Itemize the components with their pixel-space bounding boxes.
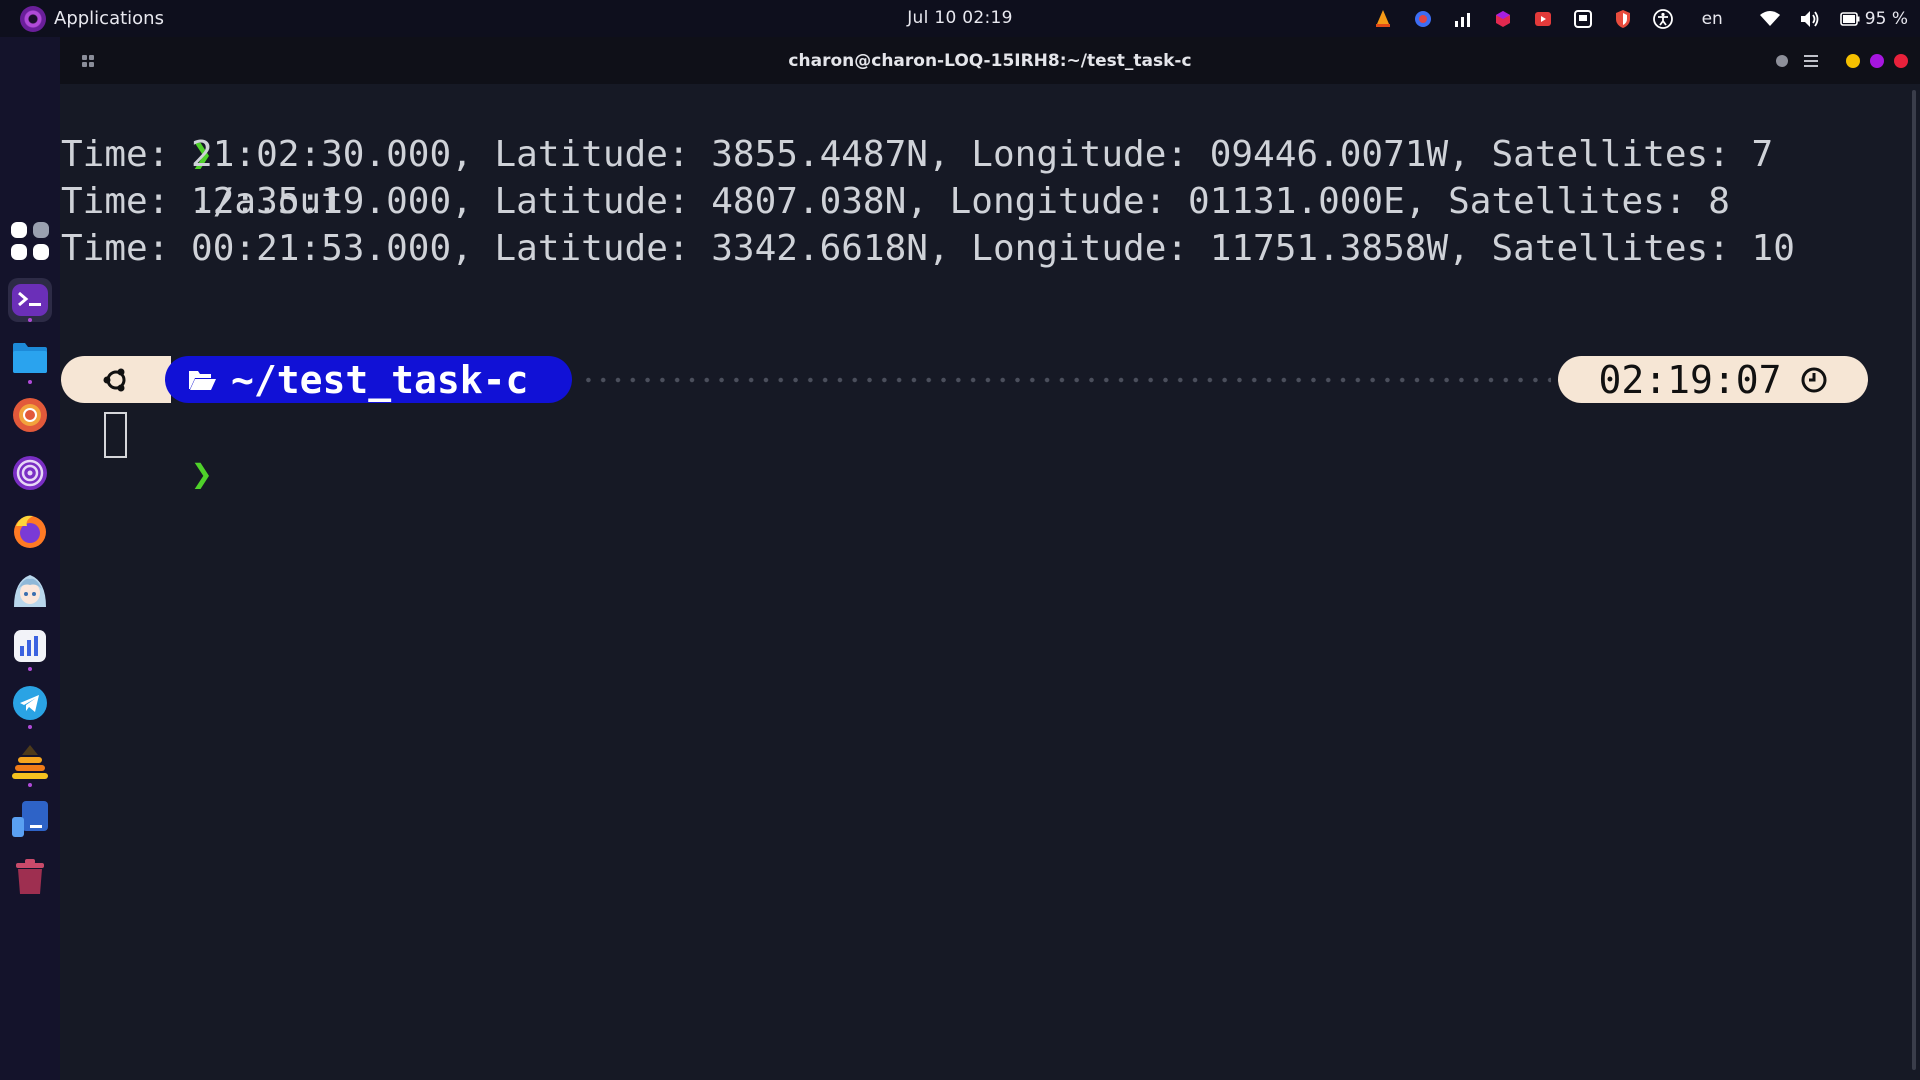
close-button[interactable] — [1894, 53, 1908, 68]
app-grid-icon — [11, 222, 49, 260]
dock-show-apps[interactable] — [8, 219, 52, 263]
dock-analytics[interactable] — [8, 624, 52, 668]
dock-chrome[interactable] — [8, 393, 52, 437]
keyboard-layout-indicator[interactable]: en — [1702, 9, 1723, 29]
cube-icon[interactable] — [1492, 8, 1514, 30]
dock-tor-browser[interactable] — [8, 451, 52, 495]
firefox-icon — [14, 515, 46, 548]
applications-label: Applications — [54, 8, 164, 29]
desktop-icon — [12, 801, 48, 837]
cone-icon[interactable] — [1372, 8, 1394, 30]
window-switch-icon[interactable] — [1572, 8, 1594, 30]
output-line: Time: 21:02:30.000, Latitude: 3855.4487N… — [61, 134, 1774, 175]
dock-layers-app[interactable] — [8, 739, 52, 783]
dock-terminal[interactable] — [8, 278, 52, 322]
shield-icon[interactable] — [1612, 8, 1634, 30]
chromium-tray-icon[interactable] — [1412, 8, 1434, 30]
text-cursor — [104, 412, 127, 458]
maximize-button[interactable] — [1870, 53, 1884, 68]
layers-icon — [12, 745, 48, 779]
anime-avatar-icon — [14, 575, 46, 607]
output-line: Time: 00:21:53.000, Latitude: 3342.6618N… — [61, 228, 1795, 269]
battery-percentage: 95 % — [1864, 8, 1908, 29]
volume-icon[interactable] — [1799, 8, 1821, 30]
clock-icon — [1801, 367, 1827, 392]
os-segment — [61, 356, 171, 403]
dock-trash[interactable] — [8, 855, 52, 899]
time-segment: 02:19:07 — [1558, 356, 1868, 403]
prompt-arrow-icon: ❯ — [191, 454, 213, 495]
window-titlebar[interactable]: charon@charon-LOQ-15IRH8:~/test_task-c — [60, 37, 1920, 84]
folder-open-icon — [189, 370, 216, 390]
chrome-icon — [13, 398, 47, 432]
terminal-scrollbar[interactable] — [1912, 90, 1916, 1070]
tor-icon — [13, 456, 47, 490]
powerline-prompt: ~/test_task-c 02:19:07 — [61, 356, 1869, 403]
analytics-icon — [14, 630, 46, 662]
telegram-icon — [13, 686, 47, 720]
prompt-time: 02:19:07 — [1598, 357, 1782, 402]
wifi-icon[interactable] — [1759, 8, 1781, 30]
date-time-clock[interactable]: Jul 10 02:19 — [907, 8, 1013, 28]
terminal-icon — [12, 284, 48, 316]
window-title: charon@charon-LOQ-15IRH8:~/test_task-c — [788, 50, 1192, 71]
top-bar: Applications Jul 10 02:19 en 95 % — [0, 0, 1920, 37]
record-icon[interactable] — [1532, 8, 1554, 30]
dock-anime-app[interactable] — [8, 567, 52, 611]
system-tray: en 95 % — [1372, 0, 1908, 37]
prompt-filler-dots — [581, 377, 1551, 383]
record-indicator-icon[interactable] — [1776, 54, 1788, 67]
battery-icon — [1839, 8, 1861, 30]
ubuntu-icon — [103, 368, 126, 391]
output-line: Time: 12:35:19.000, Latitude: 4807.038N,… — [61, 181, 1730, 222]
terminal-output-area[interactable]: ❯ ./a.out Time: 21:02:30.000, Latitude: … — [60, 84, 1920, 1080]
dock-files[interactable] — [8, 336, 52, 380]
signal-bars-icon[interactable] — [1452, 8, 1474, 30]
dock — [0, 37, 60, 1080]
directory-segment: ~/test_task-c — [165, 356, 572, 403]
files-icon — [13, 343, 47, 373]
input-prompt-line: ❯ — [61, 404, 213, 495]
minimize-button[interactable] — [1846, 53, 1860, 68]
window-controls — [1776, 37, 1908, 84]
accessibility-icon[interactable] — [1652, 8, 1674, 30]
directory-path: ~/test_task-c — [231, 357, 529, 402]
applications-menu-button[interactable]: Applications — [0, 0, 164, 37]
command-line: ❯ ./a.out — [61, 84, 343, 222]
terminal-window: charon@charon-LOQ-15IRH8:~/test_task-c ❯… — [60, 37, 1920, 1080]
battery-indicator[interactable]: 95 % — [1839, 8, 1908, 30]
applications-logo-icon — [20, 5, 46, 32]
dock-telegram[interactable] — [8, 681, 52, 725]
dock-firefox[interactable] — [8, 509, 52, 553]
dock-desktop-app[interactable] — [8, 797, 52, 841]
tab-overview-icon[interactable] — [80, 53, 96, 69]
trash-icon — [16, 859, 44, 894]
hamburger-menu-icon[interactable] — [1802, 53, 1820, 69]
